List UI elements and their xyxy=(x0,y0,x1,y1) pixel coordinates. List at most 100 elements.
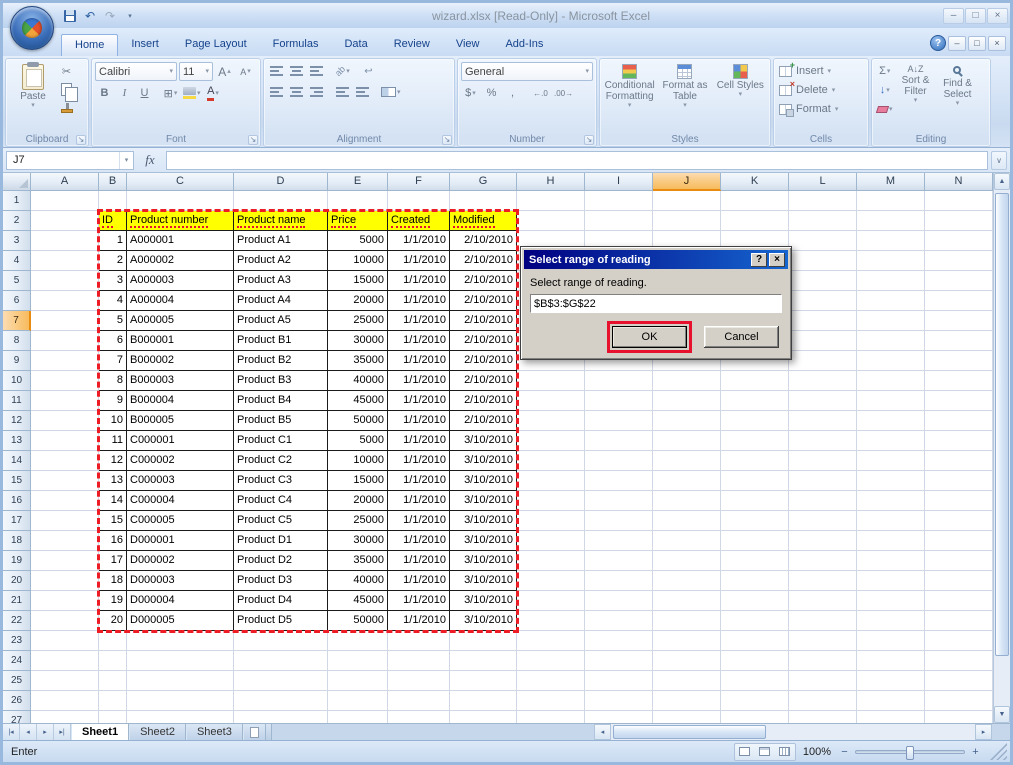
cell-B26[interactable] xyxy=(99,691,127,711)
delete-cells-button[interactable]: Delete▾ xyxy=(777,81,865,99)
cell-C8[interactable]: B000001 xyxy=(127,331,234,351)
row-header-18[interactable]: 18 xyxy=(3,531,31,551)
cell-J25[interactable] xyxy=(653,671,721,691)
name-box[interactable]: J7 ▾ xyxy=(6,151,134,170)
cell-H18[interactable] xyxy=(517,531,585,551)
cell-G25[interactable] xyxy=(450,671,517,691)
cell-F13[interactable]: 1/1/2010 xyxy=(388,431,450,451)
row-header-23[interactable]: 23 xyxy=(3,631,31,651)
row-header-14[interactable]: 14 xyxy=(3,451,31,471)
cell-B2[interactable]: ID xyxy=(99,211,127,231)
cell-E14[interactable]: 10000 xyxy=(328,451,388,471)
cell-G7[interactable]: 2/10/2010 xyxy=(450,311,517,331)
cell-M9[interactable] xyxy=(857,351,925,371)
maximize-button[interactable]: □ xyxy=(965,8,986,24)
cell-N14[interactable] xyxy=(925,451,993,471)
tab-insert[interactable]: Insert xyxy=(118,34,172,56)
cell-N24[interactable] xyxy=(925,651,993,671)
cell-C24[interactable] xyxy=(127,651,234,671)
cell-C19[interactable]: D000002 xyxy=(127,551,234,571)
cell-I16[interactable] xyxy=(585,491,653,511)
cell-I22[interactable] xyxy=(585,611,653,631)
cell-K22[interactable] xyxy=(721,611,789,631)
cell-A18[interactable] xyxy=(31,531,99,551)
row-header-19[interactable]: 19 xyxy=(3,551,31,571)
cell-L8[interactable] xyxy=(789,331,857,351)
cell-J27[interactable] xyxy=(653,711,721,723)
cell-H16[interactable] xyxy=(517,491,585,511)
cell-A14[interactable] xyxy=(31,451,99,471)
cell-C4[interactable]: A000002 xyxy=(127,251,234,271)
cell-G17[interactable]: 3/10/2010 xyxy=(450,511,517,531)
cell-G8[interactable]: 2/10/2010 xyxy=(450,331,517,351)
cell-K25[interactable] xyxy=(721,671,789,691)
column-header-H[interactable]: H xyxy=(517,173,585,191)
column-header-D[interactable]: D xyxy=(234,173,328,191)
tab-add-ins[interactable]: Add-Ins xyxy=(492,34,556,56)
cell-G11[interactable]: 2/10/2010 xyxy=(450,391,517,411)
cell-D9[interactable]: Product B2 xyxy=(234,351,328,371)
cell-L14[interactable] xyxy=(789,451,857,471)
cell-L11[interactable] xyxy=(789,391,857,411)
align-center-button[interactable] xyxy=(287,83,306,101)
cell-L10[interactable] xyxy=(789,371,857,391)
cell-K27[interactable] xyxy=(721,711,789,723)
cell-L16[interactable] xyxy=(789,491,857,511)
cell-K18[interactable] xyxy=(721,531,789,551)
number-dialog-launcher-icon[interactable]: ↘ xyxy=(584,135,594,145)
cell-D17[interactable]: Product C5 xyxy=(234,511,328,531)
last-sheet-button[interactable]: ▸| xyxy=(54,724,71,740)
cell-A4[interactable] xyxy=(31,251,99,271)
resize-grip[interactable] xyxy=(990,743,1007,760)
qat-customize-button[interactable]: ▾ xyxy=(121,7,139,25)
cell-B4[interactable]: 2 xyxy=(99,251,127,271)
cell-I18[interactable] xyxy=(585,531,653,551)
cell-D5[interactable]: Product A3 xyxy=(234,271,328,291)
cell-H27[interactable] xyxy=(517,711,585,723)
cell-L13[interactable] xyxy=(789,431,857,451)
cell-B24[interactable] xyxy=(99,651,127,671)
cell-A9[interactable] xyxy=(31,351,99,371)
workbook-restore-button[interactable]: □ xyxy=(968,36,986,51)
cell-C15[interactable]: C000003 xyxy=(127,471,234,491)
cell-A1[interactable] xyxy=(31,191,99,211)
cell-I23[interactable] xyxy=(585,631,653,651)
normal-view-button[interactable] xyxy=(735,744,755,760)
grow-font-button[interactable]: A▴ xyxy=(215,63,234,81)
cell-K14[interactable] xyxy=(721,451,789,471)
cell-L23[interactable] xyxy=(789,631,857,651)
cell-B3[interactable]: 1 xyxy=(99,231,127,251)
sheet-tab-sheet2[interactable]: Sheet2 xyxy=(129,724,186,740)
zoom-slider[interactable] xyxy=(855,750,965,754)
wrap-text-button[interactable]: ↩ xyxy=(359,62,378,80)
cell-E15[interactable]: 15000 xyxy=(328,471,388,491)
cell-H17[interactable] xyxy=(517,511,585,531)
copy-button[interactable] xyxy=(57,80,76,98)
cell-N15[interactable] xyxy=(925,471,993,491)
font-size-combo[interactable]: 11▾ xyxy=(179,62,213,81)
cell-H10[interactable] xyxy=(517,371,585,391)
cell-A20[interactable] xyxy=(31,571,99,591)
cell-C16[interactable]: C000004 xyxy=(127,491,234,511)
cell-D23[interactable] xyxy=(234,631,328,651)
cell-I26[interactable] xyxy=(585,691,653,711)
insert-cells-button[interactable]: Insert▾ xyxy=(777,62,865,80)
cell-A19[interactable] xyxy=(31,551,99,571)
cell-F21[interactable]: 1/1/2010 xyxy=(388,591,450,611)
cell-I27[interactable] xyxy=(585,711,653,723)
format-as-table-button[interactable]: Format as Table ▾ xyxy=(658,62,711,132)
cell-M19[interactable] xyxy=(857,551,925,571)
cell-B21[interactable]: 19 xyxy=(99,591,127,611)
cell-F24[interactable] xyxy=(388,651,450,671)
cell-E1[interactable] xyxy=(328,191,388,211)
cell-C22[interactable]: D000005 xyxy=(127,611,234,631)
cell-J22[interactable] xyxy=(653,611,721,631)
row-header-4[interactable]: 4 xyxy=(3,251,31,271)
cell-I15[interactable] xyxy=(585,471,653,491)
cell-F16[interactable]: 1/1/2010 xyxy=(388,491,450,511)
cell-K15[interactable] xyxy=(721,471,789,491)
paste-button[interactable]: Paste ▾ xyxy=(9,62,57,132)
cell-H21[interactable] xyxy=(517,591,585,611)
cell-B12[interactable]: 10 xyxy=(99,411,127,431)
cell-I11[interactable] xyxy=(585,391,653,411)
